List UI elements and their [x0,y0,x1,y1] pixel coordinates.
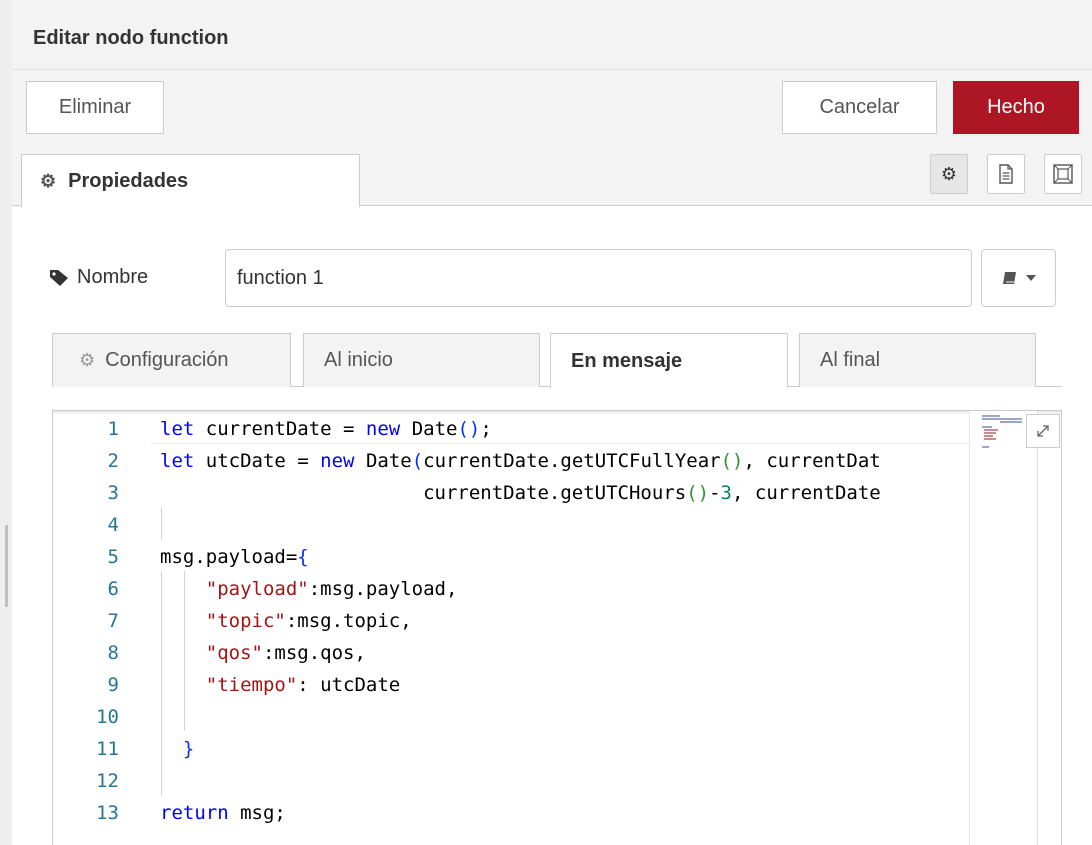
subtab-al-final[interactable]: Al final [799,333,1036,387]
tab-properties-label: Propiedades [68,169,189,192]
subtab-label: Configuración [105,349,229,371]
line-number: 7 [107,610,119,632]
done-button[interactable]: Hecho [953,81,1079,134]
dialog-title: Editar nodo function [33,27,229,49]
code-text: currentDate.getUTCHours()-3, currentDate [160,482,881,504]
subtab-label: Al final [820,349,881,371]
code-line: 9 "tiempo": utcDate [53,669,1061,701]
delete-button[interactable]: Eliminar [26,81,164,134]
code-text: "qos":msg.qos, [205,642,366,664]
appearance-tab-button[interactable] [1044,154,1082,194]
code-minimap[interactable] [969,411,1038,845]
code-text: "payload":msg.payload, [205,578,458,600]
name-library-button[interactable] [981,249,1056,307]
line-number: 5 [107,546,119,568]
code-line: 5 msg.payload={ [53,541,1061,573]
name-input[interactable]: function 1 [225,249,972,307]
code-line: 12 [53,765,1061,797]
layout-frame-icon [1053,164,1073,184]
gear-icon: ⚙ [79,350,96,370]
code-text: msg.payload={ [160,546,309,568]
line-number: 4 [107,514,119,536]
line-number: 10 [96,706,119,728]
line-number: 9 [107,674,119,696]
line-number: 2 [107,450,119,472]
code-line: 6 "payload":msg.payload, [53,573,1061,605]
settings-tab-button[interactable]: ⚙ [930,154,968,194]
subtab-configuracion[interactable]: ⚙ Configuración [52,333,291,387]
code-line: 7 "topic":msg.topic, [53,605,1061,637]
tag-icon [50,269,68,286]
code-line: 2 let utcDate = new Date(currentDate.get… [53,445,1061,477]
dialog-header: Editar nodo function [12,0,1092,70]
line-number: 3 [107,482,119,504]
name-label-text: Nombre [77,266,149,288]
line-number: 13 [96,802,119,824]
document-icon [999,164,1013,184]
code-line: 13 return msg; [53,797,1061,829]
code-text: "tiempo": utcDate [205,674,401,696]
line-number: 8 [107,642,119,664]
gear-icon: ⚙ [940,163,958,184]
code-text: let utcDate = new Date(currentDate.getUT… [160,450,881,472]
description-tab-button[interactable] [987,154,1025,194]
code-line: 1 let currentDate = new Date(); [53,413,1061,445]
gear-icon: ⚙ [40,170,57,191]
tab-properties[interactable]: ⚙ Propiedades [21,154,360,207]
subtab-label: Al inicio [324,349,393,371]
code-line: 3 currentDate.getUTCHours()-3, currentDa… [53,477,1061,509]
code-text: "topic":msg.topic, [205,610,412,632]
code-line: 4 [53,509,1061,541]
chevron-down-icon [1025,275,1036,281]
name-label: Nombre [49,266,148,289]
code-line: 8 "qos":msg.qos, [53,637,1061,669]
line-number: 11 [96,738,119,760]
line-number: 1 [107,418,119,440]
expand-editor-button[interactable] [1026,414,1060,448]
left-panel-edge [0,0,12,845]
code-line: 10 [53,701,1061,733]
line-number: 12 [96,770,119,792]
code-text: let currentDate = new Date(); [160,418,492,440]
code-text: } [182,738,195,760]
line-number: 6 [107,578,119,600]
book-icon [1002,272,1016,284]
subtab-label: En mensaje [571,349,683,372]
code-editor[interactable]: 1 let currentDate = new Date(); 2 let ut… [52,410,1062,845]
editor-scrollbar[interactable] [1037,411,1038,845]
subtab-al-inicio[interactable]: Al inicio [303,333,540,387]
cancel-button[interactable]: Cancelar [782,81,937,134]
subtab-en-mensaje[interactable]: En mensaje [550,333,788,388]
resize-handle[interactable] [5,525,8,607]
code-text: return msg; [160,802,286,824]
code-line: 11 } [53,733,1061,765]
expand-icon [1037,425,1049,437]
